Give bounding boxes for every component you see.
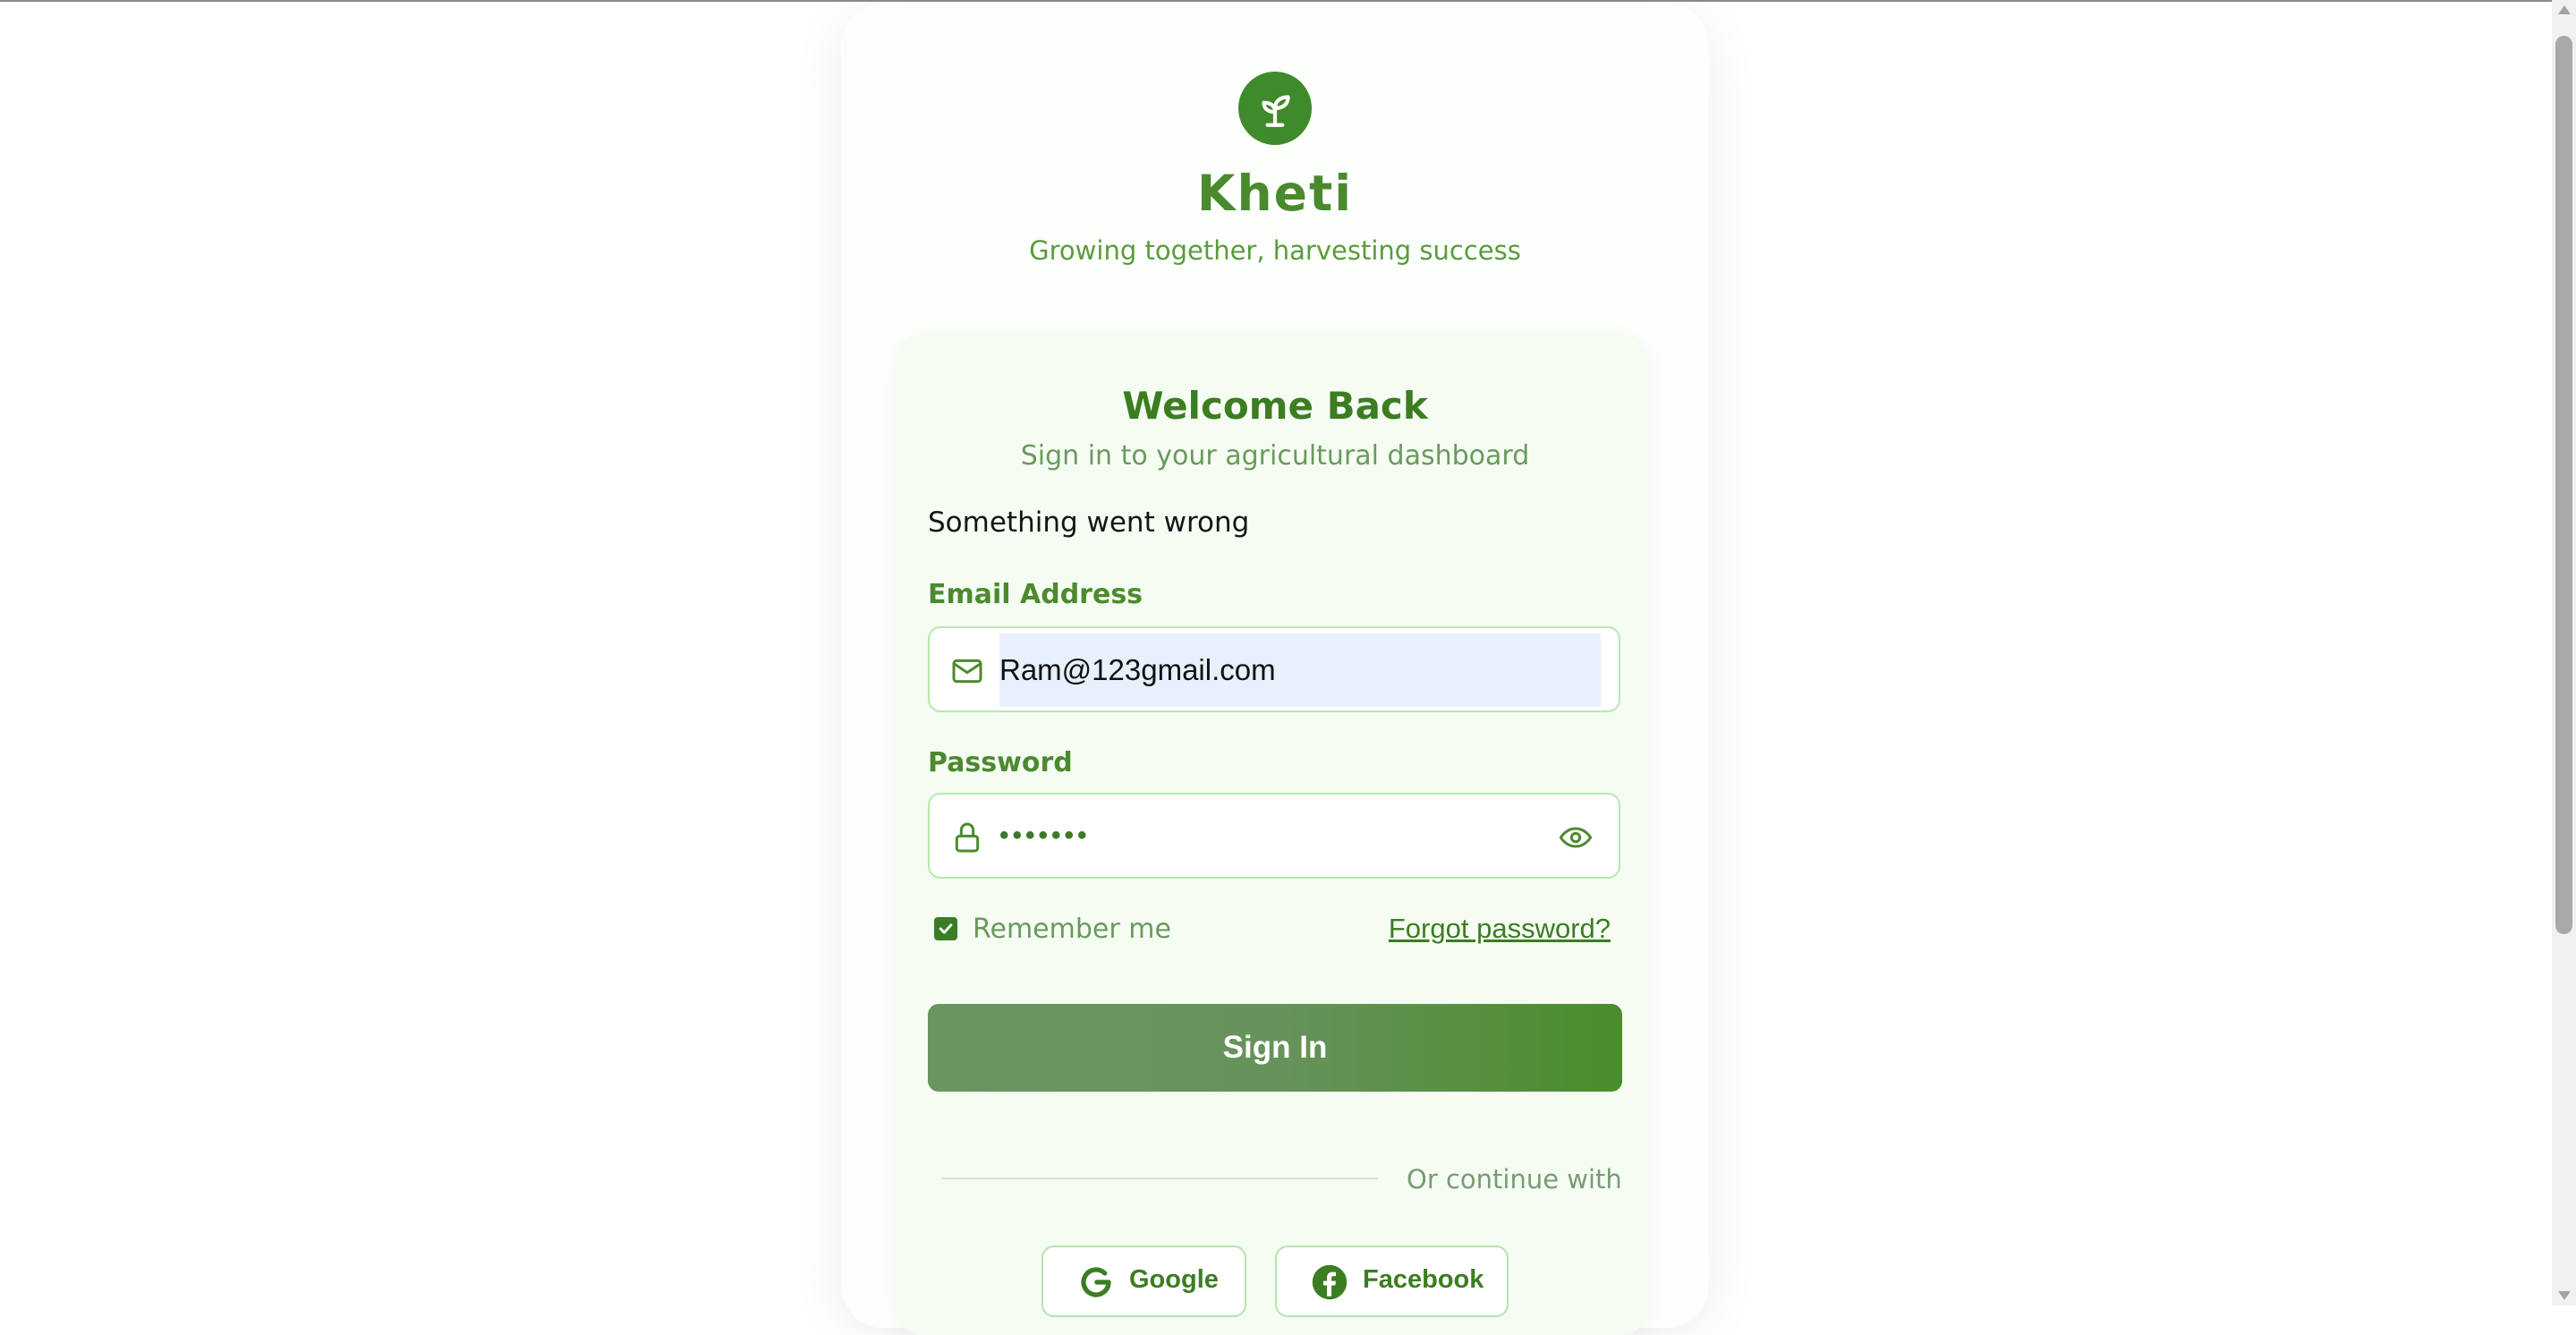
email-field[interactable]: Ram@123gmail.com bbox=[928, 626, 1620, 712]
remember-me-label[interactable]: Remember me bbox=[973, 912, 1171, 948]
scrollbar[interactable] bbox=[2552, 0, 2576, 1305]
divider-text: Or continue with bbox=[1407, 1164, 1622, 1195]
form-title: Welcome Back bbox=[1122, 384, 1428, 428]
facebook-login-button[interactable]: Facebook bbox=[1275, 1246, 1509, 1317]
password-label: Password bbox=[928, 747, 1073, 778]
seedling-icon bbox=[1238, 72, 1312, 145]
email-input[interactable]: Ram@123gmail.com bbox=[999, 633, 1601, 707]
forgot-password-link[interactable]: Forgot password? bbox=[1389, 911, 1611, 947]
google-icon bbox=[1077, 1263, 1115, 1301]
remember-me-checkbox[interactable] bbox=[934, 917, 957, 940]
scroll-down-icon[interactable] bbox=[2558, 1291, 2571, 1300]
facebook-label: Facebook bbox=[1363, 1265, 1484, 1294]
error-message: Something went wrong bbox=[928, 506, 1250, 539]
top-border bbox=[0, 0, 2552, 2]
brand-name: Kheti bbox=[1196, 165, 1354, 222]
scroll-up-icon[interactable] bbox=[2558, 5, 2571, 14]
checkmark-icon bbox=[939, 923, 953, 934]
lock-icon bbox=[949, 820, 985, 855]
form-subtitle: Sign in to your agricultural dashboard bbox=[1020, 440, 1530, 472]
facebook-icon bbox=[1311, 1263, 1348, 1301]
divider-line bbox=[941, 1178, 1378, 1179]
sign-in-button[interactable]: Sign In bbox=[928, 1004, 1622, 1092]
google-label: Google bbox=[1129, 1265, 1219, 1294]
password-field[interactable]: ••••••• bbox=[928, 793, 1620, 879]
mail-icon bbox=[949, 653, 985, 689]
scrollbar-thumb[interactable] bbox=[2555, 36, 2572, 934]
password-input[interactable]: ••••••• bbox=[999, 795, 1091, 877]
google-login-button[interactable]: Google bbox=[1041, 1246, 1246, 1317]
brand-tagline: Growing together, harvesting success bbox=[1029, 235, 1521, 266]
email-label: Email Address bbox=[928, 579, 1143, 610]
eye-icon[interactable] bbox=[1558, 820, 1594, 855]
